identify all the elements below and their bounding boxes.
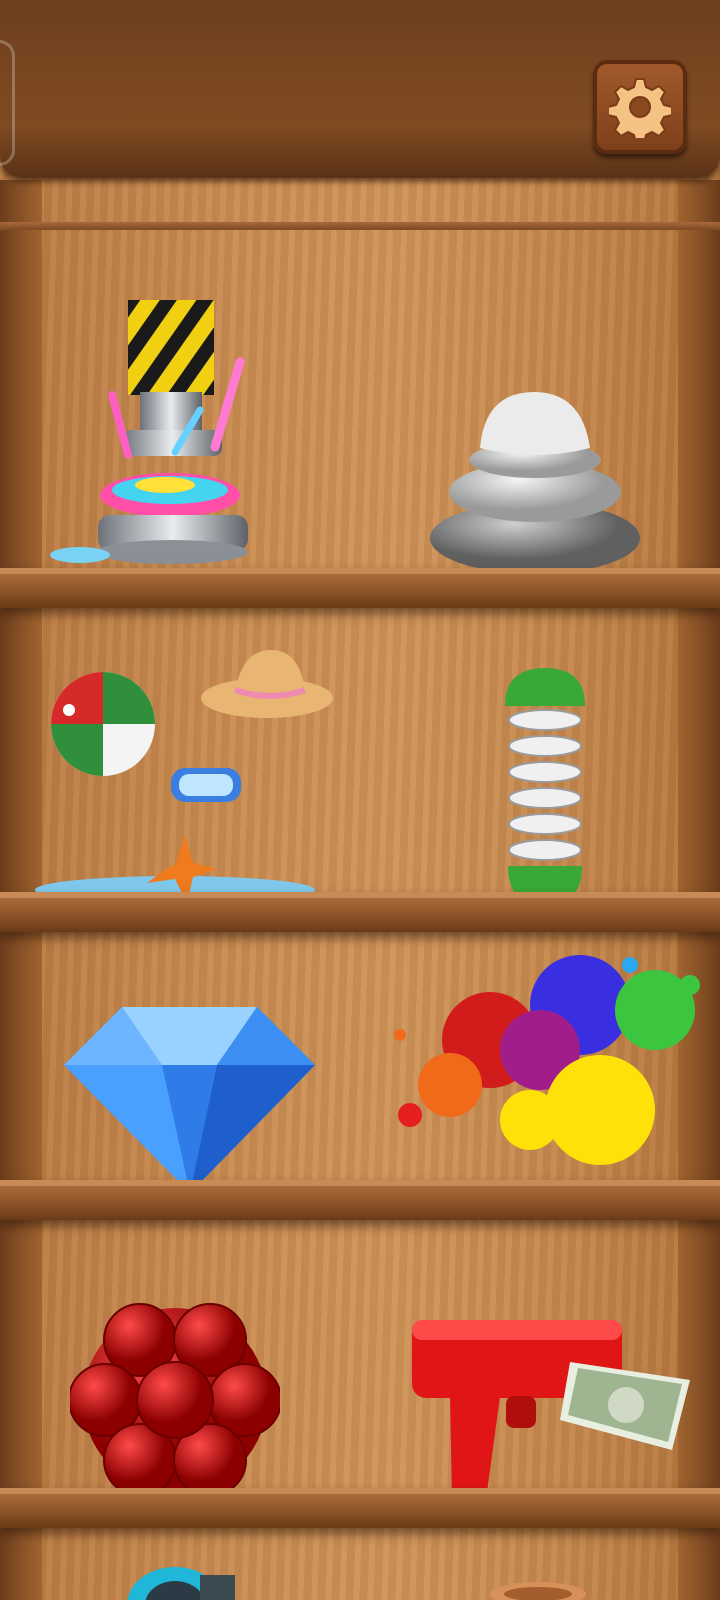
- shelf-4: [0, 1488, 720, 1528]
- hydraulic-press-icon: [50, 300, 248, 564]
- spring-toy-icon: [505, 668, 585, 906]
- shelf-3: [0, 1180, 720, 1220]
- hydraulic-press-item[interactable]: [50, 300, 260, 580]
- clay-pot-item[interactable]: [488, 1580, 588, 1600]
- diamond-item[interactable]: [62, 1005, 317, 1195]
- settings-button[interactable]: [593, 60, 687, 154]
- stone-stack-item[interactable]: [430, 390, 650, 580]
- spring-toy-item[interactable]: [500, 668, 590, 908]
- shelf-2: [0, 892, 720, 932]
- shelf-4-lip: [0, 1488, 720, 1494]
- top-rail: [0, 222, 720, 230]
- beach-items-icon: [35, 650, 333, 904]
- stone-stack-icon: [430, 392, 640, 574]
- red-ball-icon: [68, 1303, 282, 1497]
- tape-roll-item[interactable]: [125, 1565, 235, 1600]
- diamond-icon: [64, 1007, 315, 1193]
- clay-pot-icon: [490, 1582, 586, 1600]
- shelf-1-lip: [0, 568, 720, 574]
- back-edge-indicator[interactable]: [0, 40, 15, 166]
- tape-roll-icon: [127, 1567, 235, 1600]
- shelf-1: [0, 568, 720, 608]
- paint-splash-icon: [394, 955, 700, 1165]
- beach-items-item[interactable]: [35, 650, 345, 910]
- paint-splash-item[interactable]: [380, 945, 710, 1190]
- red-ball-item[interactable]: [68, 1300, 282, 1500]
- shelf-3-lip: [0, 1180, 720, 1186]
- money-gun-icon: [412, 1320, 690, 1500]
- top-bar: [0, 0, 720, 178]
- gear-icon: [609, 78, 671, 138]
- money-gun-item[interactable]: [410, 1310, 700, 1510]
- shelf-2-lip: [0, 892, 720, 898]
